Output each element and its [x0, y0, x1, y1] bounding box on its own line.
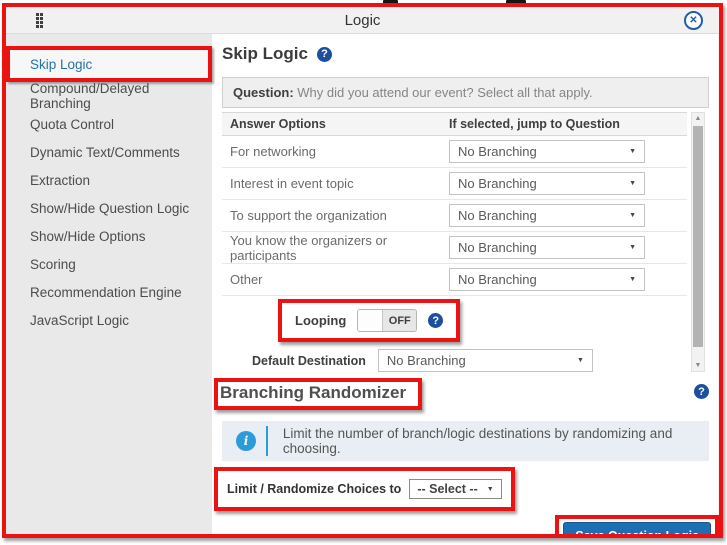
scroll-down-icon[interactable]: ▼	[692, 362, 704, 369]
question-summary: Question: Why did you attend our event? …	[222, 77, 709, 108]
sidebar-item-javascript-logic[interactable]: JavaScript Logic	[6, 306, 212, 334]
sidebar-item-extraction[interactable]: Extraction	[6, 166, 212, 194]
column-header-jump: If selected, jump to Question	[449, 117, 687, 131]
looping-label: Looping	[295, 313, 346, 328]
footer-actions: Save Question Logic	[222, 515, 709, 534]
branching-randomizer-heading-row: Branching Randomizer ?	[222, 378, 709, 410]
screen: Logic ✕ Skip Logic Compound/Delayed Bran…	[0, 0, 727, 545]
chevron-down-icon: ▼	[487, 486, 494, 493]
selected-value: No Branching	[387, 353, 466, 368]
chevron-down-icon: ▼	[629, 212, 636, 219]
table-row: To support the organization No Branching…	[222, 200, 687, 232]
panel-title: Skip Logic	[222, 44, 308, 64]
limit-randomize-select[interactable]: -- Select -- ▼	[409, 479, 501, 499]
chevron-down-icon: ▼	[629, 148, 636, 155]
table-row: You know the organizers or participants …	[222, 232, 687, 264]
sidebar-item-label: JavaScript Logic	[30, 313, 129, 328]
dialog-header: Logic ✕	[6, 7, 719, 34]
sidebar-item-label: Dynamic Text/Comments	[30, 145, 180, 160]
answer-option-label: You know the organizers or participants	[222, 233, 449, 263]
answer-option-label: For networking	[222, 144, 449, 159]
answer-option-label: Interest in event topic	[222, 176, 449, 191]
selected-value: No Branching	[458, 240, 537, 255]
sidebar-item-label: Extraction	[30, 173, 90, 188]
branching-table-region: Answer Options If selected, jump to Ques…	[222, 112, 709, 372]
looping-annotation-box: Looping OFF ?	[278, 299, 460, 342]
chevron-down-icon: ▼	[577, 357, 584, 364]
selected-value: No Branching	[458, 208, 537, 223]
help-icon[interactable]: ?	[317, 47, 332, 62]
info-divider	[266, 426, 268, 456]
sidebar-item-skip-logic[interactable]: Skip Logic	[6, 46, 212, 82]
dialog-title: Logic	[6, 12, 719, 29]
selected-value: No Branching	[458, 272, 537, 287]
toggle-knob	[358, 310, 383, 331]
sidebar-item-label: Scoring	[30, 257, 76, 272]
jump-to-question-select[interactable]: No Branching ▼	[449, 172, 645, 195]
sidebar-item-recommendation-engine[interactable]: Recommendation Engine	[6, 278, 212, 306]
table-header-row: Answer Options If selected, jump to Ques…	[222, 112, 687, 136]
info-icon: i	[236, 431, 256, 451]
sidebar-item-show-hide-question-logic[interactable]: Show/Hide Question Logic	[6, 194, 212, 222]
sidebar-item-quota-control[interactable]: Quota Control	[6, 110, 212, 138]
sidebar-item-label: Show/Hide Options	[30, 229, 146, 244]
save-annotation-box: Save Question Logic	[555, 515, 719, 534]
answer-option-label: Other	[222, 272, 449, 287]
sidebar-item-label: Recommendation Engine	[30, 285, 182, 300]
save-question-logic-button[interactable]: Save Question Logic	[563, 522, 711, 534]
randomizer-info-text: Limit the number of branch/logic destina…	[283, 426, 701, 456]
help-icon[interactable]: ?	[694, 384, 709, 399]
question-label: Question:	[233, 85, 294, 100]
branching-randomizer-title: Branching Randomizer	[220, 383, 406, 402]
jump-to-question-select[interactable]: No Branching ▼	[449, 204, 645, 227]
panel-heading-row: Skip Logic ?	[222, 44, 709, 64]
randomizer-info-banner: i Limit the number of branch/logic desti…	[222, 421, 709, 461]
selected-value: No Branching	[458, 144, 537, 159]
selected-value: No Branching	[458, 176, 537, 191]
logic-dialog: Logic ✕ Skip Logic Compound/Delayed Bran…	[2, 3, 723, 538]
skip-logic-panel: Skip Logic ? Question: Why did you atten…	[212, 34, 719, 534]
selected-value: -- Select --	[417, 482, 477, 496]
sidebar-item-label: Skip Logic	[30, 57, 92, 72]
sidebar-item-show-hide-options[interactable]: Show/Hide Options	[6, 222, 212, 250]
sidebar-item-scoring[interactable]: Scoring	[6, 250, 212, 278]
column-header-answer-options: Answer Options	[222, 117, 449, 131]
table-row: For networking No Branching ▼	[222, 136, 687, 168]
chevron-down-icon: ▼	[629, 180, 636, 187]
table-row: Interest in event topic No Branching ▼	[222, 168, 687, 200]
default-destination-label: Default Destination	[252, 354, 366, 368]
toggle-state-label: OFF	[383, 310, 416, 331]
chevron-down-icon: ▼	[629, 276, 636, 283]
default-destination-select[interactable]: No Branching ▼	[378, 349, 593, 372]
looping-toggle[interactable]: OFF	[357, 309, 417, 332]
table-row: Other No Branching ▼	[222, 264, 687, 296]
chevron-down-icon: ▼	[629, 244, 636, 251]
limit-randomize-label: Limit / Randomize Choices to	[227, 482, 401, 496]
sidebar-item-label: Show/Hide Question Logic	[30, 201, 189, 216]
randomizer-annotation-box: Branching Randomizer	[214, 378, 422, 410]
sidebar-item-dynamic-text-comments[interactable]: Dynamic Text/Comments	[6, 138, 212, 166]
jump-to-question-select[interactable]: No Branching ▼	[449, 236, 645, 259]
question-text: Why did you attend our event? Select all…	[294, 85, 593, 100]
sidebar-item-label: Quota Control	[30, 117, 114, 132]
scrollbar-thumb[interactable]	[693, 126, 703, 347]
scroll-up-icon[interactable]: ▲	[692, 115, 704, 122]
close-icon[interactable]: ✕	[684, 11, 703, 30]
dialog-body: Skip Logic Compound/Delayed Branching Qu…	[6, 34, 719, 534]
jump-to-question-select[interactable]: No Branching ▼	[449, 140, 645, 163]
help-icon[interactable]: ?	[428, 313, 443, 328]
vertical-scrollbar[interactable]: ▲ ▼	[691, 112, 705, 372]
default-destination-row: Default Destination No Branching ▼	[252, 349, 687, 372]
answer-option-label: To support the organization	[222, 208, 449, 223]
sidebar-item-label: Compound/Delayed Branching	[30, 81, 212, 111]
limit-annotation-box: Limit / Randomize Choices to -- Select -…	[214, 467, 515, 511]
logic-nav-sidebar: Skip Logic Compound/Delayed Branching Qu…	[6, 34, 212, 534]
jump-to-question-select[interactable]: No Branching ▼	[449, 268, 645, 291]
sidebar-item-compound-delayed-branching[interactable]: Compound/Delayed Branching	[6, 82, 212, 110]
